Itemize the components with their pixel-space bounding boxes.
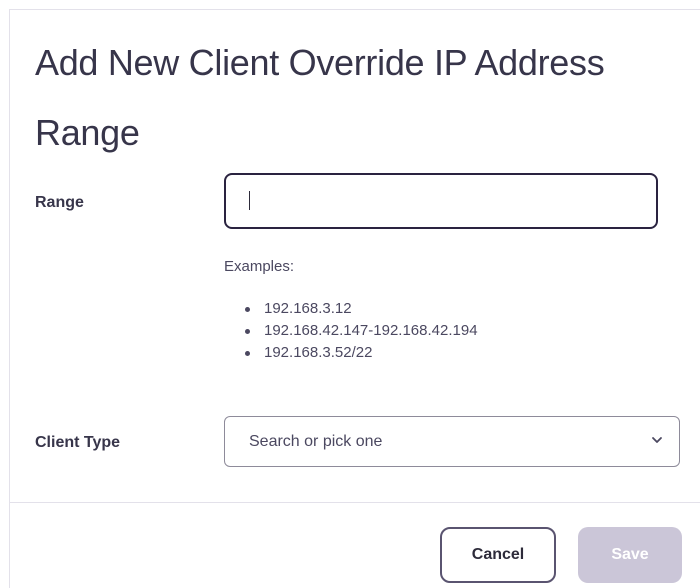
example-item: 192.168.42.147-192.168.42.194	[242, 320, 478, 342]
text-caret	[249, 191, 250, 210]
range-input[interactable]	[224, 173, 658, 229]
cancel-button[interactable]: Cancel	[440, 527, 556, 583]
add-client-override-dialog: Add New Client Override IP Address Range…	[9, 9, 700, 588]
example-item: 192.168.3.52/22	[242, 342, 478, 364]
footer-divider	[10, 502, 700, 503]
client-type-label: Client Type	[35, 434, 121, 451]
dialog-title: Add New Client Override IP Address Range	[35, 42, 605, 153]
example-item: 192.168.3.12	[242, 298, 478, 320]
client-type-placeholder: Search or pick one	[249, 433, 383, 450]
client-type-select[interactable]: Search or pick one	[224, 416, 680, 467]
examples-heading: Examples:	[224, 258, 295, 275]
examples-list: 192.168.3.12 192.168.42.147-192.168.42.1…	[242, 298, 478, 364]
chevron-down-icon	[652, 437, 662, 443]
save-button[interactable]: Save	[578, 527, 682, 583]
range-label: Range	[35, 194, 84, 211]
